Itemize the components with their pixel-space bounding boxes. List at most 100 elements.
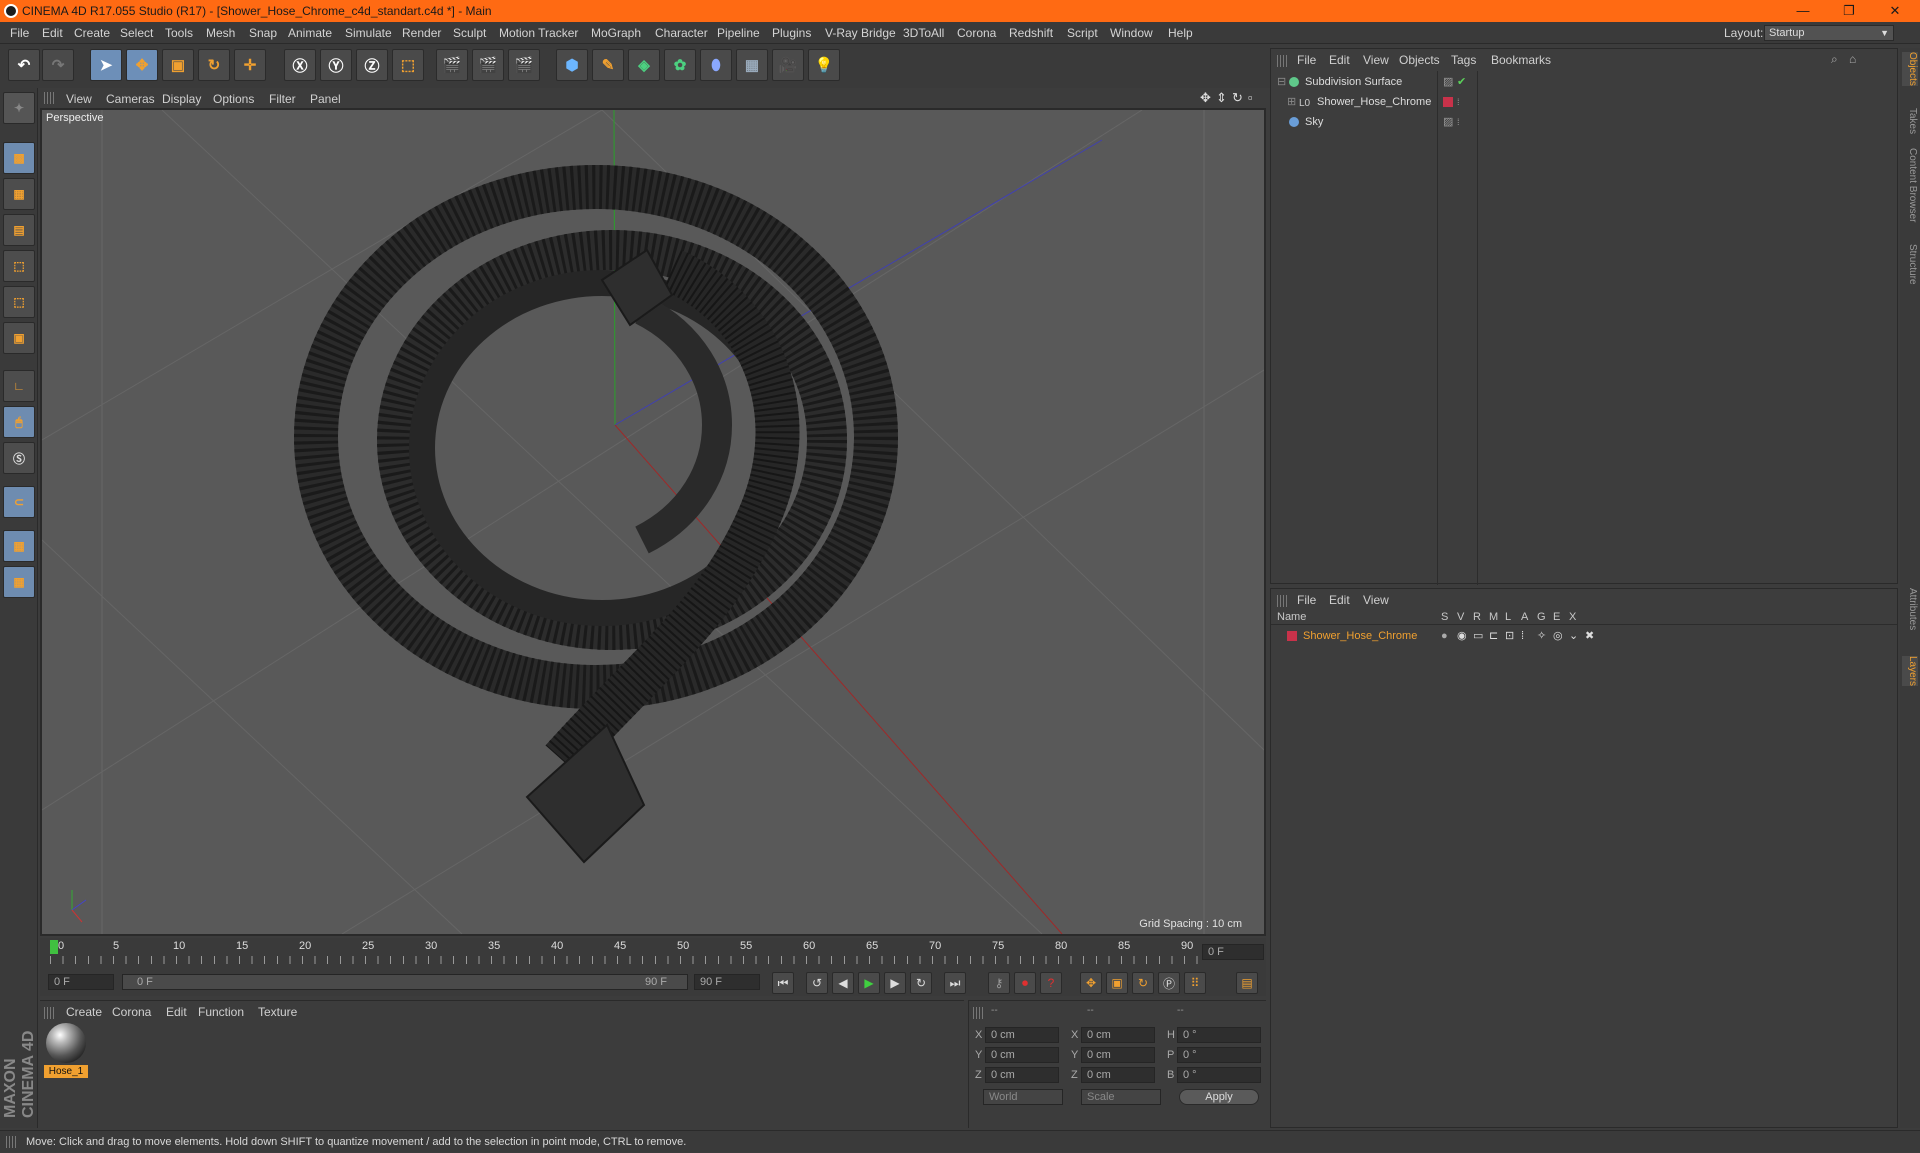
x-axis-button[interactable]: Ⓧ (284, 49, 316, 81)
add-nurbs-button[interactable]: ◈ (628, 49, 660, 81)
size-x-field[interactable]: 0 cm (1081, 1027, 1155, 1043)
xref-icon[interactable]: ✖ (1585, 627, 1594, 645)
home-icon[interactable]: ⌂ (1849, 52, 1856, 66)
layer-menu-view[interactable]: View (1363, 593, 1389, 607)
material-menu-function[interactable]: Function (198, 1005, 244, 1019)
menu-help[interactable]: Help (1168, 26, 1193, 40)
tab-content-browser[interactable]: Content Browser (1902, 148, 1918, 222)
size-y-field[interactable]: 0 cm (1081, 1047, 1155, 1063)
key-pla-button[interactable]: ⠿ (1184, 972, 1206, 994)
workplane-lock-button[interactable]: ▦ (3, 530, 35, 562)
solo-dot-icon[interactable]: ● (1441, 627, 1448, 645)
object-row[interactable]: ⊟ Subdivision Surface ▨ ✔ (1271, 73, 1897, 91)
end-frame-field[interactable]: 90 F (694, 974, 760, 990)
coordinate-system-button[interactable]: ⬚ (392, 49, 424, 81)
tab-attributes[interactable]: Attributes (1902, 588, 1918, 630)
menu-pipeline[interactable]: Pipeline (717, 26, 760, 40)
menu-corona[interactable]: Corona (957, 26, 996, 40)
polygons-mode-button[interactable]: ▣ (3, 322, 35, 354)
render-settings-button[interactable]: 🎬 (508, 49, 540, 81)
viewport-rotate-icon[interactable]: ↻ (1232, 90, 1243, 106)
rotate-tool-button[interactable]: ↻ (198, 49, 230, 81)
layer-col-name[interactable]: Name (1277, 611, 1306, 623)
autokey-button[interactable]: ⏺ (1014, 972, 1036, 994)
menu-select[interactable]: Select (120, 26, 153, 40)
layer-color-swatch[interactable] (1287, 631, 1297, 641)
panel-grip-icon[interactable] (973, 1007, 985, 1019)
deformer-icon[interactable]: ◎ (1553, 627, 1563, 645)
prev-frame-button[interactable]: ◀ (832, 972, 854, 994)
enabled-check-icon[interactable]: ✔ (1457, 73, 1466, 91)
z-axis-button[interactable]: Ⓩ (356, 49, 388, 81)
object-menu-file[interactable]: File (1297, 53, 1316, 67)
animation-icon[interactable]: ⁞ (1521, 627, 1524, 645)
viewport-maximize-icon[interactable]: ▫ (1248, 90, 1253, 105)
menu-script[interactable]: Script (1067, 26, 1098, 40)
menu-sculpt[interactable]: Sculpt (453, 26, 486, 40)
render-picture-viewer-button[interactable]: 🎬 (472, 49, 504, 81)
prev-key-button[interactable]: ↺ (806, 972, 828, 994)
collapse-icon[interactable]: ⊟ (1277, 73, 1286, 91)
key-position-button[interactable]: ✥ (1080, 972, 1102, 994)
solo-button[interactable]: Ⓢ (3, 442, 35, 474)
menu-simulate[interactable]: Simulate (345, 26, 392, 40)
render-view-button[interactable]: 🎬 (436, 49, 468, 81)
menu-edit[interactable]: Edit (42, 26, 63, 40)
select-tool-button[interactable]: ➤ (90, 49, 122, 81)
snap-button[interactable]: ⊂ (3, 486, 35, 518)
edit-render-toggle-icon[interactable]: ▨ (1443, 113, 1453, 131)
menu-create[interactable]: Create (74, 26, 110, 40)
lock-icon[interactable]: ⊡ (1505, 627, 1514, 645)
viewport-menu-panel[interactable]: Panel (310, 92, 341, 106)
viewport-menu-display[interactable]: Display (162, 92, 201, 106)
add-light-button[interactable]: 💡 (808, 49, 840, 81)
add-spline-button[interactable]: ✎ (592, 49, 624, 81)
timeline-ruler[interactable]: 0 5 10 15 20 25 30 35 40 45 50 55 60 65 … (40, 938, 1266, 968)
eye-icon[interactable]: ◉ (1457, 627, 1467, 645)
menu-tools[interactable]: Tools (165, 26, 193, 40)
rot-p-field[interactable]: 0 ° (1177, 1047, 1261, 1063)
scale-tool-button[interactable]: ▣ (162, 49, 194, 81)
edit-render-toggle-icon[interactable]: ▨ (1443, 73, 1453, 91)
next-frame-button[interactable]: ▶ (884, 972, 906, 994)
rot-b-field[interactable]: 0 ° (1177, 1067, 1261, 1083)
workplane-mode-button[interactable]: ▤ (3, 214, 35, 246)
pos-y-field[interactable]: 0 cm (985, 1047, 1059, 1063)
material-menu-edit[interactable]: Edit (166, 1005, 187, 1019)
undo-button[interactable]: ↶ (8, 49, 40, 81)
pos-z-field[interactable]: 0 cm (985, 1067, 1059, 1083)
points-mode-button[interactable]: ⬚ (3, 250, 35, 282)
frame-range-slider[interactable]: 0 F 90 F (122, 974, 688, 990)
viewport-menu-filter[interactable]: Filter (269, 92, 296, 106)
menu-redshift[interactable]: Redshift (1009, 26, 1053, 40)
current-frame-field[interactable]: 0 F (1202, 944, 1264, 960)
object-menu-edit[interactable]: Edit (1329, 53, 1350, 67)
restore-button[interactable]: ❐ (1826, 0, 1872, 22)
minimize-button[interactable]: — (1780, 0, 1826, 22)
menu-file[interactable]: File (10, 26, 29, 40)
redo-button[interactable]: ↷ (42, 49, 74, 81)
tweak-mode-button[interactable]: 🖱 (3, 406, 35, 438)
generator-icon[interactable]: ✧ (1537, 627, 1546, 645)
tab-takes[interactable]: Takes (1902, 108, 1918, 134)
layer-color-swatch[interactable] (1443, 97, 1453, 107)
layout-dropdown[interactable]: Startup ▼ (1764, 25, 1894, 41)
axis-mode-button[interactable]: ∟ (3, 370, 35, 402)
live-selection-button[interactable]: ✛ (234, 49, 266, 81)
object-menu-bookmarks[interactable]: Bookmarks (1491, 53, 1551, 67)
object-row[interactable]: Sky ▨ ⁞ (1271, 113, 1897, 131)
menu-mesh[interactable]: Mesh (206, 26, 235, 40)
layer-col-x[interactable]: X (1569, 611, 1576, 623)
y-axis-button[interactable]: Ⓨ (320, 49, 352, 81)
add-cube-button[interactable]: ⬢ (556, 49, 588, 81)
goto-end-button[interactable]: ⏭ (944, 972, 966, 994)
size-z-field[interactable]: 0 cm (1081, 1067, 1155, 1083)
make-editable-button[interactable]: ✦ (3, 92, 35, 124)
tab-structure[interactable]: Structure (1902, 244, 1918, 285)
start-frame-field[interactable]: 0 F (48, 974, 114, 990)
menu-character[interactable]: Character (655, 26, 708, 40)
menu-mograph[interactable]: MoGraph (591, 26, 641, 40)
goto-start-button[interactable]: ⏮ (772, 972, 794, 994)
rot-h-field[interactable]: 0 ° (1177, 1027, 1261, 1043)
menu-3dtoall[interactable]: 3DToAll (903, 26, 944, 40)
